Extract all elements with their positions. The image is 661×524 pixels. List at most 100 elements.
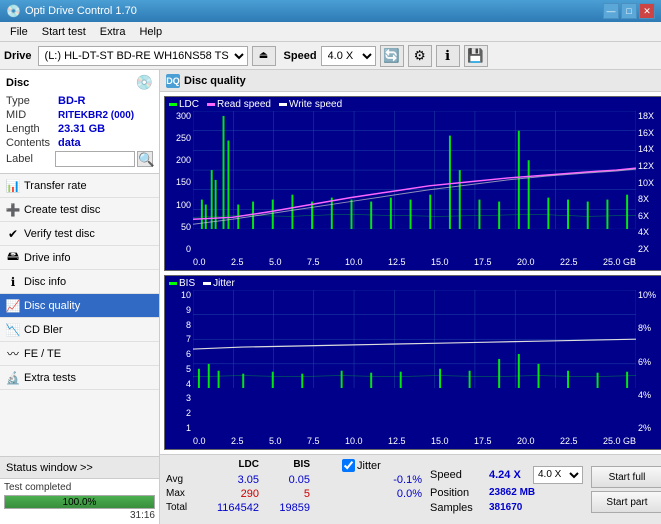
titlebar-left: 💿 Opti Drive Control 1.70 [6, 4, 137, 18]
transfer-rate-icon: 📊 [6, 179, 20, 193]
start-part-button[interactable]: Start part [591, 491, 661, 513]
sidebar-item-verify-test-disc[interactable]: ✔ Verify test disc [0, 222, 159, 246]
jitter-checkbox[interactable] [342, 459, 355, 472]
read-speed-legend-label: Read speed [217, 99, 271, 110]
sidebar-item-label: Verify test disc [24, 228, 95, 240]
stats-position-value: 23862 MB [489, 487, 554, 498]
speed-selector[interactable]: 4.0 X 2.0 X 8.0 X [321, 46, 376, 66]
menu-file[interactable]: File [4, 24, 34, 40]
stats-speed-select[interactable]: 4.0 X 2.0 X 8.0 X [533, 466, 583, 484]
content-area: DQ Disc quality LDC Read speed [160, 70, 661, 524]
sidebar-item-fe-te[interactable]: 〰 FE / TE [0, 342, 159, 366]
stats-col-header-bis: BIS [265, 459, 310, 472]
drive-selector[interactable]: (L:) HL-DT-ST BD-RE WH16NS58 TST4 [38, 46, 248, 66]
bis-y-axis-right: 10% 8% 6% 4% 2% [636, 290, 661, 433]
stats-bar: LDC BIS Jitter Avg 3.05 0.05 -0.1% [160, 454, 661, 524]
sidebar-item-label: Extra tests [24, 372, 76, 384]
disc-length-row: Length 23.31 GB [6, 123, 153, 135]
disc-quality-title: Disc quality [184, 75, 246, 87]
info-button[interactable]: ℹ [436, 45, 460, 67]
disc-info-icon: ℹ [6, 275, 20, 289]
close-button[interactable]: ✕ [639, 3, 655, 19]
jitter-legend-label: Jitter [213, 278, 235, 289]
extra-tests-icon: 🔬 [6, 371, 20, 385]
bis-x-axis: 0.0 2.5 5.0 7.5 10.0 12.5 15.0 17.5 20.0… [193, 433, 636, 449]
disc-mid-row: MID RITEKBR2 (000) [6, 109, 153, 121]
sidebar-item-drive-info[interactable]: 🖴 Drive info [0, 246, 159, 270]
sidebar-item-transfer-rate[interactable]: 📊 Transfer rate [0, 174, 159, 198]
verify-test-disc-icon: ✔ [6, 227, 20, 241]
disc-label-label: Label [6, 153, 55, 165]
jitter-legend-dot [203, 282, 211, 285]
read-speed-legend-dot [207, 103, 215, 106]
progress-bar: 100.0% [4, 495, 155, 509]
drive-label: Drive [4, 50, 32, 62]
save-button[interactable]: 💾 [464, 45, 488, 67]
disc-label-button[interactable]: 🔍 [137, 151, 153, 167]
bis-chart-svg [193, 290, 636, 388]
stats-total-row: Total 1164542 19859 [166, 502, 422, 514]
sidebar-item-label: Disc quality [24, 300, 80, 312]
stats-avg-ldc: 3.05 [204, 474, 259, 486]
status-text: Test completed [4, 482, 155, 493]
stats-table: LDC BIS Jitter Avg 3.05 0.05 -0.1% [166, 459, 422, 520]
sidebar-item-cd-bler[interactable]: 📉 CD Bler [0, 318, 159, 342]
titlebar-controls[interactable]: — □ ✕ [603, 3, 655, 19]
eject-button[interactable]: ⏏ [252, 46, 276, 66]
main-area: Disc 💿 Type BD-R MID RITEKBR2 (000) Leng… [0, 70, 661, 524]
drive-info-icon: 🖴 [6, 251, 20, 265]
sidebar-item-extra-tests[interactable]: 🔬 Extra tests [0, 366, 159, 390]
stats-samples-value: 381670 [489, 502, 554, 513]
ldc-chart-svg [193, 111, 636, 229]
menu-extra[interactable]: Extra [94, 24, 132, 40]
disc-label-row: Label 🔍 [6, 151, 153, 167]
stats-speed-value: 4.24 X [489, 469, 529, 481]
disc-panel-title: Disc [6, 77, 29, 89]
menu-start-test[interactable]: Start test [36, 24, 92, 40]
stats-samples-row: Samples 381670 [430, 502, 583, 514]
ldc-legend-item: LDC [169, 99, 199, 110]
bis-legend-item: BIS [169, 278, 195, 289]
menu-help[interactable]: Help [133, 24, 168, 40]
settings-button[interactable]: ⚙ [408, 45, 432, 67]
stats-col-header-empty [166, 459, 198, 472]
disc-type-value: BD-R [58, 95, 86, 107]
start-full-button[interactable]: Start full [591, 466, 661, 488]
maximize-button[interactable]: □ [621, 3, 637, 19]
stats-avg-jitter: -0.1% [342, 474, 422, 486]
disc-length-value: 23.31 GB [58, 123, 105, 135]
stats-total-label: Total [166, 502, 198, 514]
sidebar-item-disc-quality[interactable]: 📈 Disc quality [0, 294, 159, 318]
sidebar-item-disc-info[interactable]: ℹ Disc info [0, 270, 159, 294]
disc-panel: Disc 💿 Type BD-R MID RITEKBR2 (000) Leng… [0, 70, 159, 174]
disc-quality-icon: 📈 [6, 299, 20, 313]
disc-label-input[interactable] [55, 151, 135, 167]
sidebar-item-label: Transfer rate [24, 180, 87, 192]
disc-type-label: Type [6, 95, 58, 107]
disc-contents-row: Contents data [6, 137, 153, 149]
bis-legend-dot [169, 282, 177, 285]
stats-speed-row: Speed 4.24 X 4.0 X 2.0 X 8.0 X [430, 466, 583, 484]
stats-max-ldc: 290 [204, 488, 259, 500]
elapsed-time: 31:16 [4, 510, 155, 521]
jitter-checkbox-row: Jitter [342, 459, 381, 472]
ldc-chart-legend: LDC Read speed Write speed [169, 99, 342, 110]
status-window-header[interactable]: Status window >> [0, 457, 159, 479]
stats-avg-row: Avg 3.05 0.05 -0.1% [166, 474, 422, 486]
sidebar-item-label: Drive info [24, 252, 70, 264]
stats-position-label: Position [430, 487, 485, 499]
disc-quality-header-icon: DQ [166, 74, 180, 88]
ldc-chart: LDC Read speed Write speed [164, 96, 661, 271]
write-speed-legend-dot [279, 103, 287, 106]
sidebar-item-label: FE / TE [24, 348, 61, 360]
sidebar-item-create-test-disc[interactable]: ➕ Create test disc [0, 198, 159, 222]
bis-chart-legend: BIS Jitter [169, 278, 235, 289]
read-speed-legend-item: Read speed [207, 99, 271, 110]
refresh-button[interactable]: 🔄 [380, 45, 404, 67]
bis-chart: BIS Jitter [164, 275, 661, 450]
minimize-button[interactable]: — [603, 3, 619, 19]
app-title: Opti Drive Control 1.70 [25, 5, 137, 17]
sidebar-item-label: Disc info [24, 276, 66, 288]
disc-length-label: Length [6, 123, 58, 135]
stats-position-row: Position 23862 MB [430, 487, 583, 499]
